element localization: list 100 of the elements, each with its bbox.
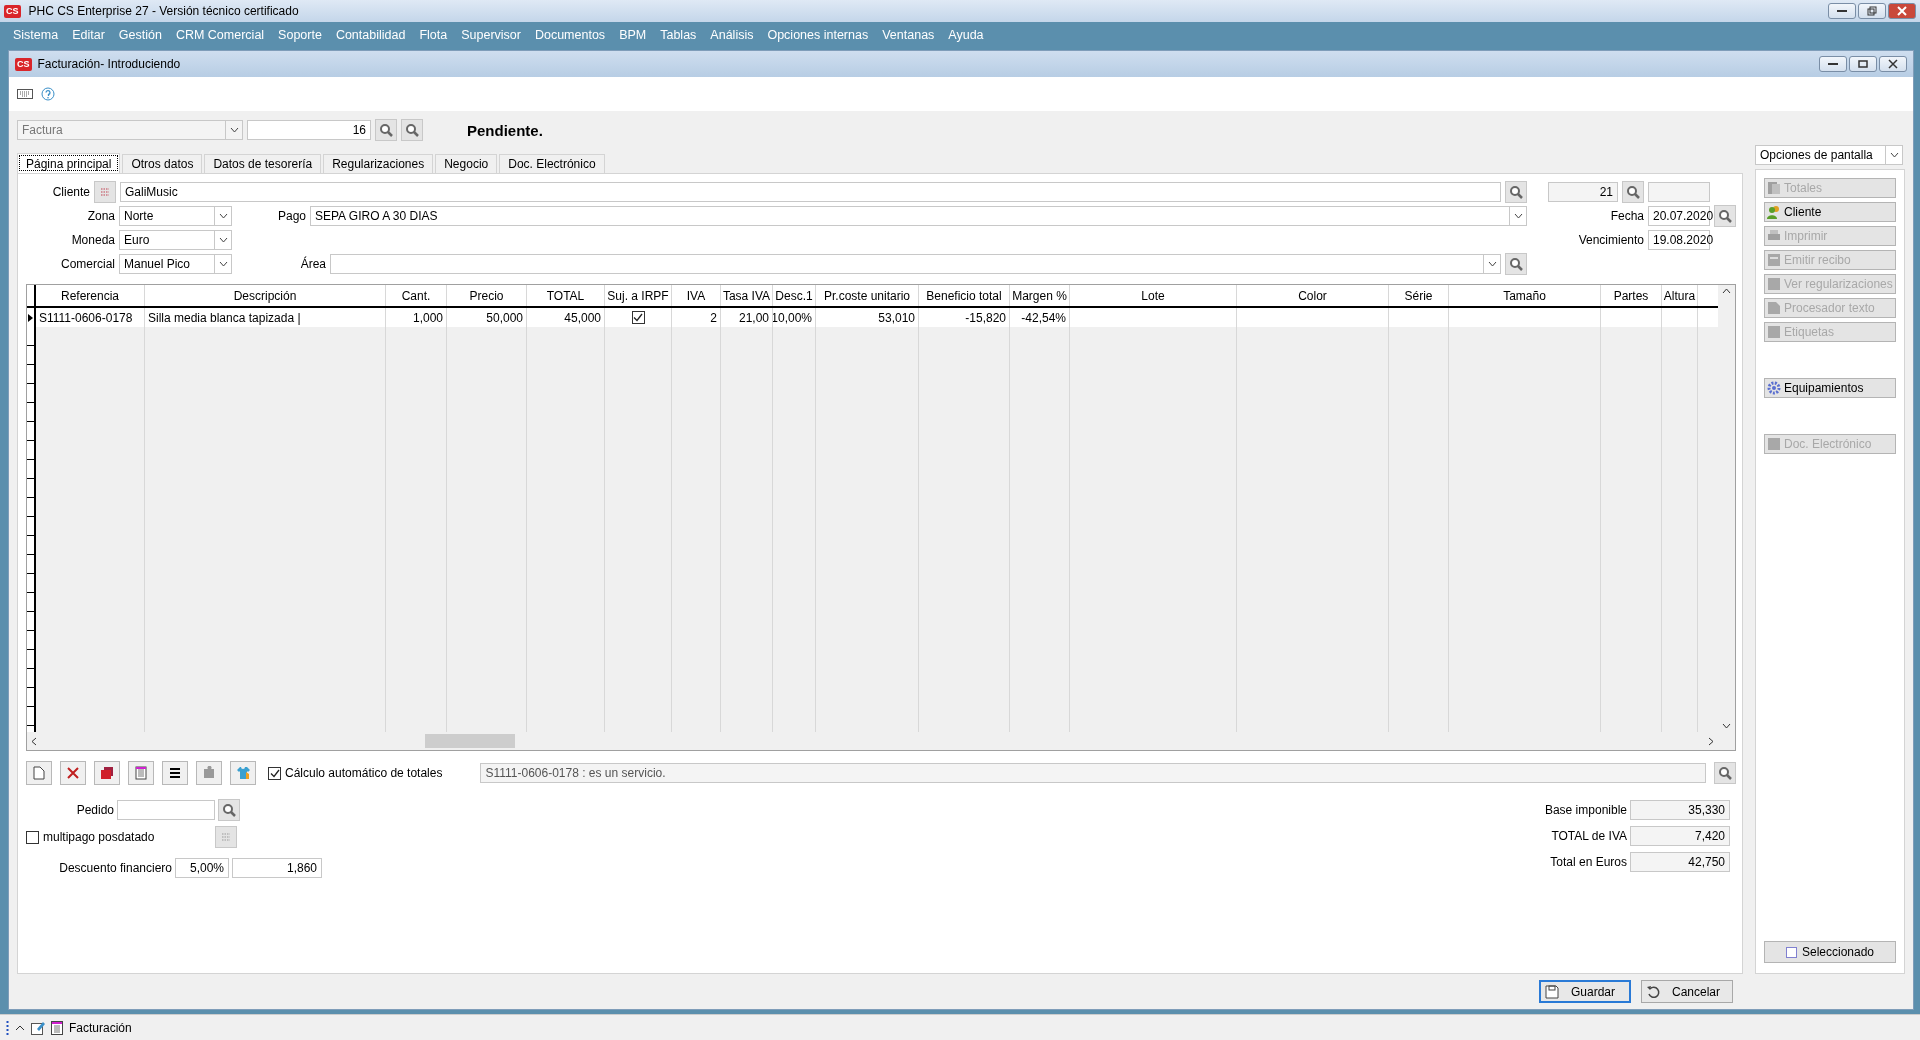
tab[interactable]: Página principal [17,153,121,173]
help-icon[interactable] [41,87,55,101]
scroll-left-icon[interactable] [31,736,37,746]
field-label: Pedido [75,803,114,817]
checkbox[interactable] [268,766,281,780]
column-header[interactable]: Tasa IVA [721,285,773,306]
column-header[interactable]: Altura [1662,285,1698,306]
document-number-field[interactable]: 16 [247,120,371,140]
client-extra-field[interactable] [1648,182,1710,202]
taskbar-item[interactable]: Facturación [69,1020,132,1035]
menu-item[interactable]: Editar [65,28,112,42]
menu-item[interactable]: BPM [612,28,654,42]
screen-options-select[interactable]: Opciones de pantalla [1755,145,1903,165]
scroll-up-icon[interactable] [1722,288,1731,294]
undo-icon [1646,984,1660,999]
column-header[interactable]: Margen % [1010,285,1070,306]
menu-item[interactable]: Soporte [271,28,329,42]
menu-item[interactable]: Opciones internas [760,28,876,42]
scroll-down-icon[interactable] [1722,723,1731,729]
search-button[interactable] [1505,253,1527,275]
column-header[interactable]: Desc.1 [773,285,816,306]
action-button[interactable]: Cancelar [1641,980,1733,1003]
column-header[interactable]: Beneficio total [919,285,1010,306]
client-field[interactable]: GaliMusic [120,182,1501,202]
minimize-button[interactable] [1819,56,1847,72]
column-header[interactable]: Color [1237,285,1389,306]
tab[interactable]: Datos de tesorería [204,154,322,173]
menu-item[interactable]: CRM Comercial [168,28,272,42]
menu-item[interactable]: Sistema [6,28,66,42]
column-header[interactable]: Partes [1601,285,1662,306]
zone-select[interactable]: Norte [119,206,232,226]
checkbox[interactable] [631,311,645,324]
caret-icon [1513,213,1523,219]
keyboard-icon[interactable] [17,89,33,99]
window-logo: CS [15,57,32,71]
document-icon [1767,277,1781,291]
column-header[interactable]: Tamaño [1449,285,1601,306]
total-label: TOTAL de IVA [1550,829,1627,843]
search-button[interactable] [1622,181,1644,203]
menu-item[interactable]: Supervisor [454,28,528,42]
document-type-select[interactable]: Factura [17,120,243,140]
column-header[interactable]: Série [1389,285,1449,306]
currency-select[interactable]: Euro [119,230,232,250]
menu-item[interactable]: Flota [412,28,455,42]
search-button[interactable] [1505,181,1527,203]
chevron-up-icon[interactable] [15,1024,25,1031]
copy-button[interactable] [94,761,120,785]
search-button[interactable] [1714,762,1736,784]
column-header[interactable]: IVA [672,285,721,306]
tab[interactable]: Negocio [435,154,498,173]
column-header[interactable]: Precio [447,285,527,306]
column-header[interactable]: Cant. [386,285,447,306]
menu-item[interactable]: Análisis [703,28,761,42]
search-button[interactable] [218,799,240,821]
column-header[interactable]: Lote [1070,285,1237,306]
tab[interactable]: Doc. Electrónico [499,154,605,173]
order-field[interactable] [117,800,215,820]
discount-amount-field[interactable]: 1,860 [232,858,322,878]
column-header[interactable]: Descripción [145,285,386,306]
window-title: Facturación- Introduciendo [37,57,182,71]
tab[interactable]: Regularizaciones [323,154,434,173]
close-button[interactable] [1879,56,1907,72]
restore-button[interactable] [1858,3,1886,19]
menu-item[interactable]: Gestión [111,28,169,42]
maximize-button[interactable] [1849,56,1877,72]
edit-icon[interactable] [31,1020,45,1035]
document-button[interactable] [128,761,154,785]
scroll-right-icon[interactable] [1708,736,1714,746]
minimize-button[interactable] [1828,3,1856,19]
tab[interactable]: Otros datos [122,154,203,173]
action-button[interactable]: Guardar [1539,980,1631,1003]
menu-item[interactable]: Contabilidad [328,28,413,42]
menu-item[interactable]: Ayuda [941,28,991,42]
sidebar-button[interactable]: Equipamientos [1764,378,1896,398]
search-button[interactable] [401,119,423,141]
payment-select[interactable]: SEPA GIRO A 30 DIAS [310,206,1527,226]
column-header[interactable]: Referencia [36,285,145,306]
menu-item[interactable]: Tablas [653,28,704,42]
checkbox[interactable] [26,830,39,844]
delete-button[interactable] [60,761,86,785]
column-header[interactable]: TOTAL [527,285,605,306]
sidebar-button[interactable]: Cliente [1764,202,1896,222]
shirt-button[interactable] [230,761,256,785]
scrollbar-thumb[interactable] [425,734,515,748]
close-icon [1888,59,1898,69]
page-icon [1767,301,1781,315]
list-button[interactable] [162,761,188,785]
checkbox-icon [1785,946,1797,958]
menu-item[interactable]: Documentos [527,28,613,42]
column-header[interactable]: Pr.coste unitario [816,285,919,306]
menu-item[interactable]: Ventanas [875,28,942,42]
search-button[interactable] [1714,205,1736,227]
total-label: Base imponible [1543,803,1627,817]
column-header[interactable]: Suj. a IRPF [605,285,672,306]
search-button[interactable] [375,119,397,141]
client-number-field[interactable]: 21 [1548,182,1618,202]
selected-toggle-button[interactable]: Seleccionado [1764,941,1896,963]
new-line-button[interactable] [26,761,52,785]
discount-percent-field[interactable]: 5,00% [175,858,229,878]
salesperson-select[interactable]: Manuel Pico [119,254,232,274]
